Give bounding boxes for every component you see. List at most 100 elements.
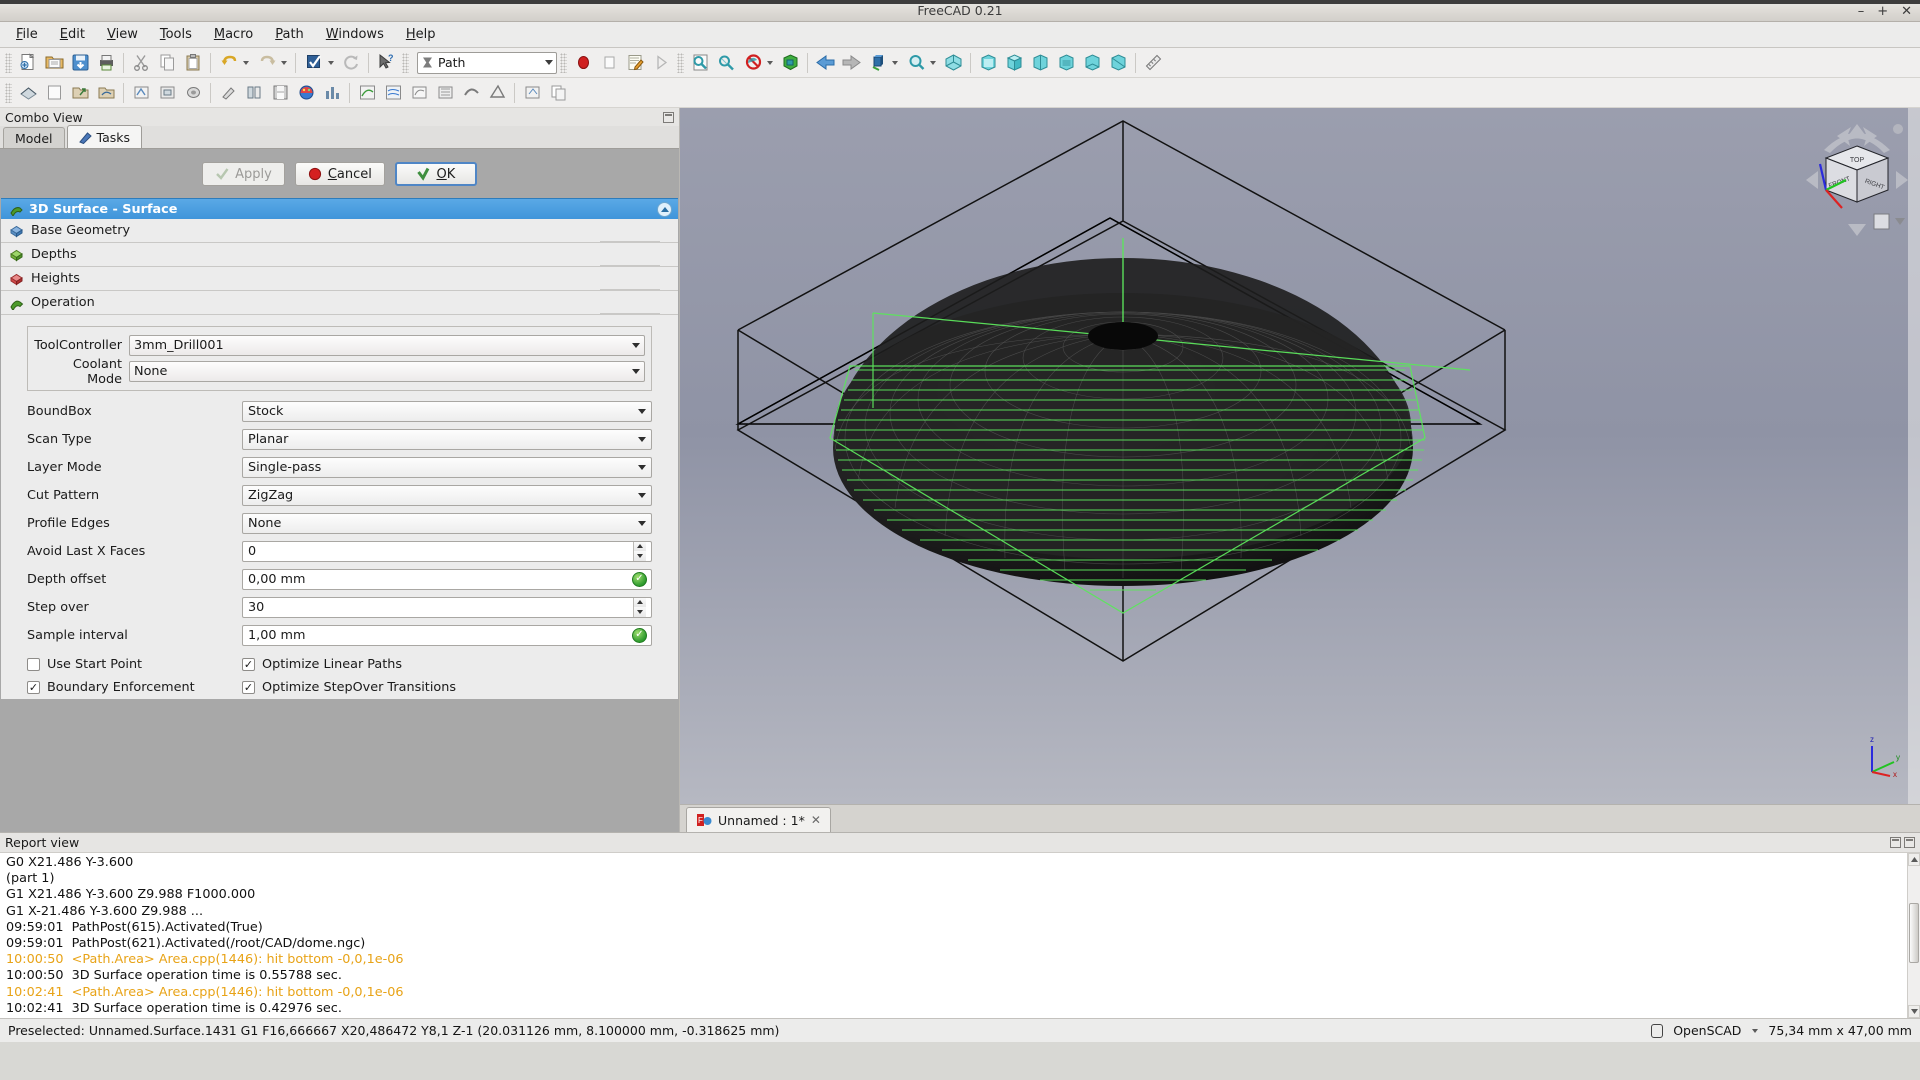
path-simulator-icon[interactable]	[293, 80, 319, 106]
apply-button[interactable]: Apply	[202, 162, 285, 186]
toolbar-grip[interactable]	[5, 52, 12, 73]
menu-help[interactable]: Help	[396, 24, 446, 45]
spinner-down-icon[interactable]	[634, 551, 646, 561]
menu-edit[interactable]: Edit	[50, 24, 95, 45]
float-panel-icon[interactable]	[1890, 837, 1901, 848]
toolbar-grip[interactable]	[402, 52, 409, 73]
chevron-down-icon[interactable]	[638, 520, 646, 526]
std-view-icon[interactable]	[865, 50, 891, 76]
left-view-icon[interactable]	[1105, 50, 1131, 76]
right-view-icon[interactable]	[1027, 50, 1053, 76]
cut-icon[interactable]	[128, 50, 154, 76]
chevron-down-icon[interactable]	[545, 60, 553, 65]
macro-stop-icon[interactable]	[596, 50, 622, 76]
rear-view-icon[interactable]	[1053, 50, 1079, 76]
copy-icon[interactable]	[154, 50, 180, 76]
path-export-icon[interactable]	[67, 80, 93, 106]
navigation-cube[interactable]: TOP FRONT RIGHT	[1802, 118, 1912, 243]
path-copy-op-icon[interactable]	[545, 80, 571, 106]
whats-this-icon[interactable]: ?	[373, 50, 399, 76]
workbench-selector[interactable]: Path	[417, 51, 557, 74]
isometric-view-icon[interactable]	[940, 50, 966, 76]
macro-execute-icon[interactable]	[648, 50, 674, 76]
draw-style-icon[interactable]	[740, 50, 766, 76]
path-slot-icon[interactable]	[458, 80, 484, 106]
path-engrave-icon[interactable]	[215, 80, 241, 106]
spinner-buttons[interactable]	[633, 597, 646, 617]
minimize-button[interactable]: –	[1858, 5, 1865, 18]
close-button[interactable]: ✕	[1901, 5, 1912, 18]
menu-path[interactable]: Path	[265, 24, 314, 45]
section-base-geometry[interactable]: Base Geometry	[1, 219, 678, 243]
toolcontroller-combo[interactable]: 3mm_Drill001	[129, 335, 645, 356]
checkbox-box[interactable]	[242, 658, 255, 671]
axonometric-icon[interactable]	[777, 50, 803, 76]
toolbar-grip[interactable]	[560, 52, 567, 73]
fit-selection-icon[interactable]	[713, 50, 739, 76]
report-scrollbar[interactable]	[1907, 853, 1920, 1018]
checkbox-box[interactable]	[242, 681, 255, 694]
top-view-icon[interactable]	[1001, 50, 1027, 76]
depth-offset-input[interactable]: 0,00 mm	[242, 568, 652, 590]
tab-tasks[interactable]: Tasks	[66, 125, 143, 148]
sample-interval-input[interactable]: 1,00 mm	[242, 624, 652, 646]
undo-button[interactable]	[215, 50, 253, 76]
chevron-down-icon[interactable]	[638, 492, 646, 498]
chevron-down-icon[interactable]	[243, 60, 249, 65]
path-tool-library-icon[interactable]	[319, 80, 345, 106]
fit-all-icon[interactable]	[687, 50, 713, 76]
unit-system-label[interactable]: OpenSCAD	[1673, 1023, 1741, 1038]
chevron-down-icon[interactable]	[930, 60, 936, 65]
path-post-icon[interactable]	[41, 80, 67, 106]
path-save-icon[interactable]	[267, 80, 293, 106]
menu-windows[interactable]: Windows	[316, 24, 394, 45]
measure-icon[interactable]	[1140, 50, 1166, 76]
menu-view[interactable]: View	[97, 24, 148, 45]
draw-style-button[interactable]	[739, 50, 777, 76]
macro-record-icon[interactable]	[570, 50, 596, 76]
3d-scene[interactable]	[680, 108, 1919, 832]
close-panel-icon[interactable]	[1904, 837, 1915, 848]
zoom-box-icon[interactable]	[903, 50, 929, 76]
cut-pattern-combo[interactable]: ZigZag	[242, 484, 652, 506]
path-inspect-icon[interactable]	[93, 80, 119, 106]
chevron-down-icon[interactable]	[638, 464, 646, 470]
step-over-input[interactable]: 30	[242, 596, 652, 618]
chevron-down-icon[interactable]	[638, 408, 646, 414]
chevron-down-icon[interactable]	[1752, 1028, 1759, 1033]
select-group-button[interactable]	[300, 50, 338, 76]
back-arrow-icon[interactable]	[812, 50, 838, 76]
scroll-down-arrow-icon[interactable]	[1908, 1005, 1920, 1018]
toolbar-grip[interactable]	[5, 82, 12, 103]
checkbox-box[interactable]	[27, 658, 40, 671]
menu-tools[interactable]: Tools	[150, 24, 202, 45]
path-array-icon[interactable]	[241, 80, 267, 106]
menu-macro[interactable]: Macro	[204, 24, 263, 45]
print-icon[interactable]	[93, 50, 119, 76]
zoom-box-button[interactable]	[902, 50, 940, 76]
profile-edges-combo[interactable]: None	[242, 512, 652, 534]
section-depths[interactable]: Depths	[1, 243, 678, 267]
front-view-icon[interactable]	[975, 50, 1001, 76]
path-drilling-icon[interactable]	[180, 80, 206, 106]
collapse-icon[interactable]	[657, 202, 672, 217]
undo-icon[interactable]	[216, 50, 242, 76]
section-operation[interactable]: Operation	[1, 291, 678, 315]
chevron-down-icon[interactable]	[328, 60, 334, 65]
path-job-icon[interactable]	[15, 80, 41, 106]
chevron-down-icon[interactable]	[892, 60, 898, 65]
checkbox-optimize-stepover-transitions[interactable]: Optimize StepOver Transitions	[242, 680, 456, 695]
chevron-down-icon[interactable]	[632, 343, 640, 348]
spinner-up-icon[interactable]	[634, 597, 646, 607]
coolant-mode-combo[interactable]: None	[129, 361, 645, 382]
checkbox-box[interactable]	[27, 681, 40, 694]
redo-button[interactable]	[253, 50, 291, 76]
spinner-down-icon[interactable]	[634, 607, 646, 617]
std-views-button[interactable]	[864, 50, 902, 76]
spinner-up-icon[interactable]	[634, 541, 646, 551]
macro-edit-icon[interactable]	[622, 50, 648, 76]
redo-icon[interactable]	[254, 50, 280, 76]
path-dressup-icon[interactable]	[519, 80, 545, 106]
forward-arrow-icon[interactable]	[838, 50, 864, 76]
toolbar-grip[interactable]	[677, 52, 684, 73]
